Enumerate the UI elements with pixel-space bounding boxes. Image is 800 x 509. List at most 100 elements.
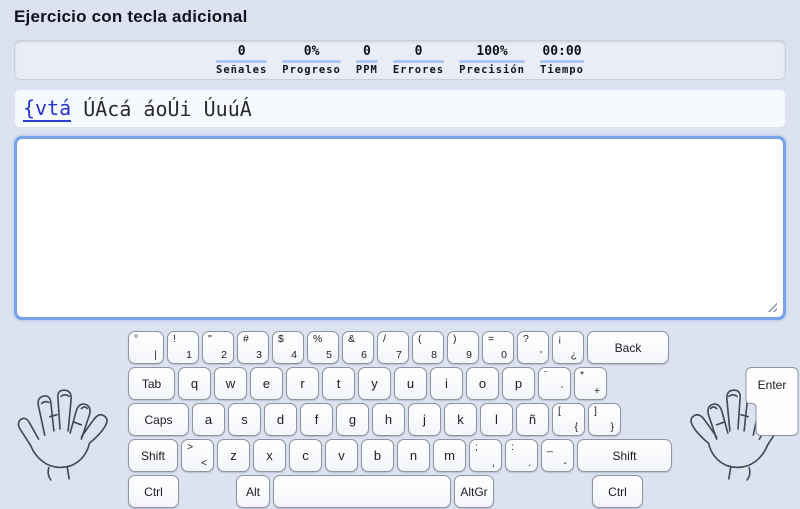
key-n[interactable]: n [397,439,430,472]
svg-text:Enter: Enter [758,378,787,392]
typing-textarea[interactable] [14,136,786,320]
key-caps[interactable]: Caps [128,403,189,436]
key-shift-legend: % [313,333,323,345]
key-d[interactable]: d [264,403,297,436]
key-back[interactable]: Back [587,331,669,364]
key-g[interactable]: g [336,403,369,436]
key-shift-legend: / [383,333,386,345]
key-9[interactable]: ) 9 [447,331,479,364]
key-altgr[interactable]: AltGr [454,475,494,508]
key-l[interactable]: l [480,403,513,436]
key-h[interactable]: h [372,403,405,436]
key-o[interactable]: o [466,367,499,400]
stat-precision: 100% Precisión [459,43,526,76]
stat-underline [392,59,445,63]
key-8[interactable]: (8 [412,331,444,364]
key-5[interactable]: % 5 [307,331,339,364]
key-main-legend: ´ [560,385,565,397]
stat-value: 100% [476,43,508,59]
key-u[interactable]: u [394,367,427,400]
key-q[interactable]: q [178,367,211,400]
key-e[interactable]: e [250,367,283,400]
key-space[interactable] [273,475,451,508]
key-w[interactable]: w [214,367,247,400]
key--[interactable]: _ - [541,439,574,472]
key-,[interactable]: ;, [469,439,502,472]
stat-value: 00:00 [542,43,582,59]
key-b[interactable]: b [361,439,394,472]
stat-senales: 0 Señales [216,43,268,76]
key-.[interactable]: :. [505,439,538,472]
key-enter[interactable]: Enter [733,367,799,437]
stat-label: Precisión [459,63,526,76]
stat-value: 0 [237,43,246,59]
key-'[interactable]: ? ' [517,331,549,364]
key-shift-legend: ° [134,333,139,345]
key-7[interactable]: /7 [377,331,409,364]
key-{[interactable]: [{ [552,403,585,436]
key-shift-legend: = [488,333,495,345]
key-main-legend: 0 [501,349,507,361]
key-tab[interactable]: Tab [128,367,175,400]
key-shift-legend: ( [418,333,422,345]
key-z[interactable]: z [217,439,250,472]
key-+[interactable]: * + [574,367,607,400]
key-main-legend: 2 [221,349,227,361]
key-k[interactable]: k [444,403,477,436]
key-y[interactable]: y [358,367,391,400]
key-ctrl[interactable]: Ctrl [128,475,179,508]
key-main-legend: , [492,457,495,469]
key-4[interactable]: $4 [272,331,304,364]
key-v[interactable]: v [325,439,358,472]
key-main-legend: | [154,349,157,361]
key-p[interactable]: p [502,367,535,400]
key-alt[interactable]: Alt [236,475,270,508]
key-t[interactable]: t [322,367,355,400]
key-´[interactable]: ¨ ´ [538,367,571,400]
key-2[interactable]: " 2 [202,331,234,364]
stat-value: 0% [303,43,320,59]
stat-label: Errores [392,63,445,76]
key-shift-legend: ] [594,405,597,417]
key-3[interactable]: #3 [237,331,269,364]
key-shift-legend: ! [173,333,176,345]
key-shift-legend: ¨ [544,369,548,381]
stat-label: Progreso [282,63,341,76]
key-j[interactable]: j [408,403,441,436]
key-shift-legend: $ [278,333,284,345]
key-0[interactable]: = 0 [482,331,514,364]
key-s[interactable]: s [228,403,261,436]
key-<[interactable]: > < [181,439,214,472]
key-shift-legend: : [511,441,514,453]
stat-ppm: 0 PPM [355,43,378,76]
key-m[interactable]: m [433,439,466,472]
key-r[interactable]: r [286,367,319,400]
key-f[interactable]: f [300,403,333,436]
stat-value: 0 [414,43,423,59]
key-6[interactable]: & 6 [342,331,374,364]
key-ñ[interactable]: ñ [516,403,549,436]
keyboard-row-bottom: Shift > < z x c v b n m;,:. _ - Shift [128,439,672,472]
key-shift-legend: > [187,441,194,453]
key-c[interactable]: c [289,439,322,472]
key-shift[interactable]: Shift [577,439,672,472]
key-i[interactable]: i [430,367,463,400]
key-x[interactable]: x [253,439,286,472]
stat-value: 0 [362,43,371,59]
exercise-next-chars: {vtá [23,95,72,122]
key-1[interactable]: ! 1 [167,331,199,364]
keyboard-row-numbers: ° |! 1 " 2 #3 $4% 5 & 6/7(8) 9 = 0? ' ¡ ¿ Back [128,331,669,364]
key-shift-legend: ; [475,441,478,453]
stat-progreso: 0% Progreso [282,43,341,76]
key-main-legend: 9 [466,349,472,361]
key-}[interactable]: ]} [588,403,621,436]
key-|[interactable]: ° | [128,331,164,364]
key-ctrl[interactable]: Ctrl [592,475,643,508]
key-¿[interactable]: ¡ ¿ [552,331,584,364]
stat-underline [355,59,378,63]
key-main-legend: < [200,457,207,469]
stat-errores: 0 Errores [392,43,445,76]
key-a[interactable]: a [192,403,225,436]
key-shift[interactable]: Shift [128,439,178,472]
onscreen-keyboard: ° |! 1 " 2 #3 $4% 5 & 6/7(8) 9 = 0? ' ¡ ¿ Back Tab q w e r t y… [128,331,799,509]
